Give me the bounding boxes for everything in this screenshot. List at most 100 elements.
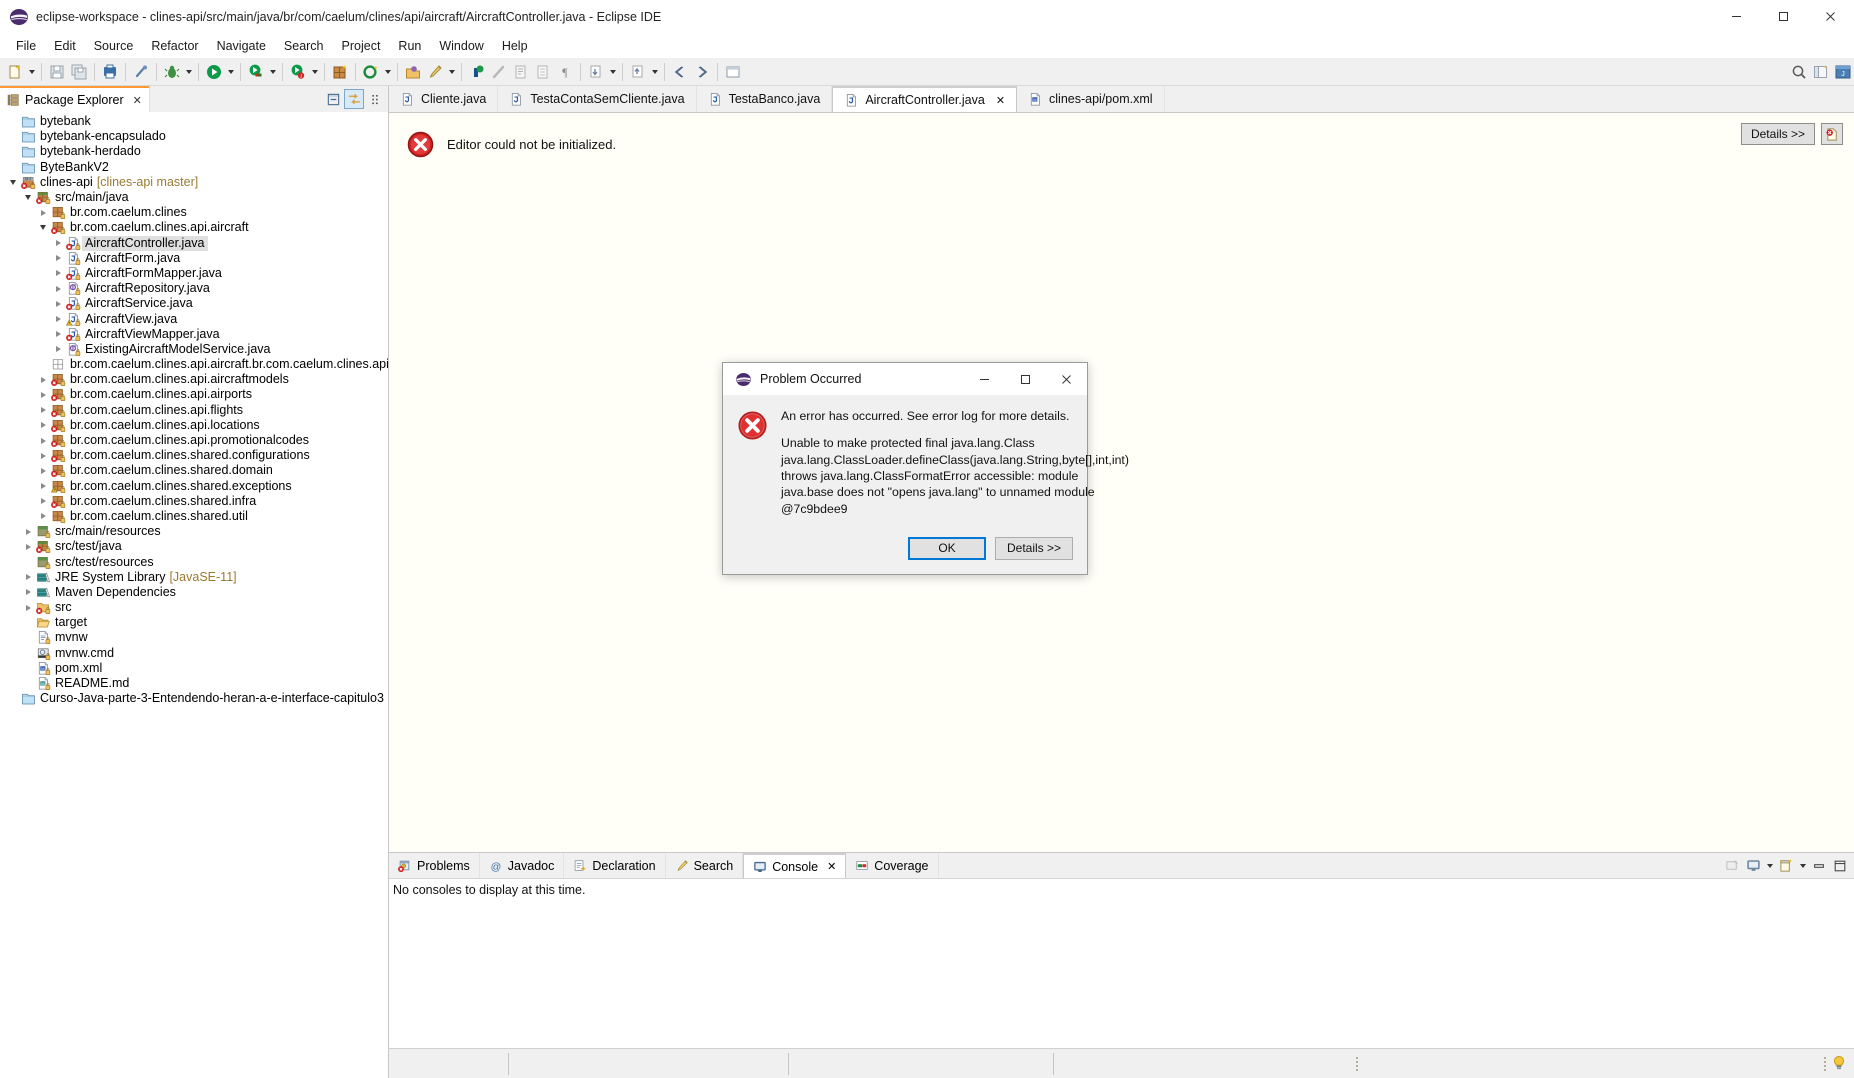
tree-item[interactable]: ByteBankV2 xyxy=(0,160,388,175)
chevron-right-icon[interactable] xyxy=(36,376,50,383)
tree-item[interactable]: br.com.caelum.clines.api.aircraft.br.com… xyxy=(0,357,388,372)
chevron-right-icon[interactable] xyxy=(51,270,65,277)
chevron-right-icon[interactable] xyxy=(36,407,50,414)
tree-item[interactable]: src/main/java xyxy=(0,190,388,205)
chevron-right-icon[interactable] xyxy=(51,331,65,338)
debug-icon[interactable] xyxy=(161,61,183,83)
chevron-right-icon[interactable] xyxy=(36,513,50,520)
dialog-close-button[interactable] xyxy=(1046,363,1087,395)
chevron-right-icon[interactable] xyxy=(51,346,65,353)
tree-item[interactable]: src/test/java xyxy=(0,539,388,554)
menu-edit[interactable]: Edit xyxy=(45,37,85,55)
console-tab[interactable]: Search xyxy=(666,853,744,878)
console-tab[interactable]: @ Javadoc xyxy=(480,853,565,878)
chevron-right-icon[interactable] xyxy=(36,498,50,505)
chevron-down-icon[interactable] xyxy=(36,225,50,231)
chevron-down-icon[interactable] xyxy=(21,195,35,201)
run-icon[interactable] xyxy=(203,61,225,83)
tree-item[interactable]: bytebank-herdado xyxy=(0,144,388,159)
new-wizard-icon[interactable] xyxy=(4,61,26,83)
debug-dropdown-icon[interactable] xyxy=(183,61,194,83)
next-edit-icon[interactable] xyxy=(585,61,607,83)
tree-item[interactable]: br.com.caelum.clines.api.promotionalcode… xyxy=(0,433,388,448)
tree-item[interactable]: AircraftView.java xyxy=(0,311,388,326)
dialog-maximize-button[interactable] xyxy=(1005,363,1046,395)
run-dropdown-icon[interactable] xyxy=(225,61,236,83)
forward-icon[interactable] xyxy=(691,61,713,83)
chevron-right-icon[interactable] xyxy=(51,300,65,307)
tab-package-explorer[interactable]: Package Explorer ✕ xyxy=(0,86,150,112)
tree-item[interactable]: br.com.caelum.clines.api.aircraftmodels xyxy=(0,372,388,387)
editor-tab[interactable]: TestaContaSemCliente.java xyxy=(498,86,697,112)
console-tab[interactable]: Problems xyxy=(389,853,480,878)
tree-item[interactable]: Curso-Java-parte-3-Entendendo-heran-a-e-… xyxy=(0,691,388,706)
tree-item[interactable]: M J clines-api [clines-api master] xyxy=(0,175,388,190)
chevron-right-icon[interactable] xyxy=(36,422,50,429)
tree-item[interactable]: br.com.caelum.clines.shared.exceptions xyxy=(0,479,388,494)
tree-item[interactable]: br.com.caelum.clines.api.flights xyxy=(0,403,388,418)
chevron-right-icon[interactable] xyxy=(36,209,50,216)
editor-tab-close-icon[interactable]: ✕ xyxy=(996,94,1005,107)
menu-navigate[interactable]: Navigate xyxy=(208,37,275,55)
chevron-right-icon[interactable] xyxy=(51,255,65,262)
editor-tab[interactable]: AircraftController.java ✕ xyxy=(832,86,1018,112)
tree-item[interactable]: M README.md xyxy=(0,676,388,691)
chevron-right-icon[interactable] xyxy=(36,483,50,490)
marker-icon[interactable] xyxy=(466,61,488,83)
dialog-ok-button[interactable]: OK xyxy=(908,536,986,560)
console-tab[interactable]: Declaration xyxy=(564,853,666,878)
prev-edit-dropdown-icon[interactable] xyxy=(649,61,660,83)
chevron-right-icon[interactable] xyxy=(51,285,65,292)
tree-item[interactable]: target xyxy=(0,615,388,630)
tree-item[interactable]: br.com.caelum.clines.shared.domain xyxy=(0,463,388,478)
tree-item[interactable]: Maven Dependencies xyxy=(0,585,388,600)
print-icon[interactable] xyxy=(99,61,121,83)
tab-package-explorer-close[interactable]: ✕ xyxy=(133,94,142,107)
tree-item[interactable]: AircraftViewMapper.java xyxy=(0,327,388,342)
external-tools-icon[interactable] xyxy=(510,61,532,83)
next-edit-dropdown-icon[interactable] xyxy=(607,61,618,83)
editor-tab[interactable]: TestaBanco.java xyxy=(696,86,833,112)
error-log-icon[interactable] xyxy=(1821,123,1843,145)
prev-edit-icon[interactable] xyxy=(627,61,649,83)
chevron-right-icon[interactable] xyxy=(21,543,35,550)
chevron-down-icon[interactable] xyxy=(6,179,20,185)
chevron-right-icon[interactable] xyxy=(21,604,35,611)
menu-file[interactable]: File xyxy=(7,37,45,55)
tree-item[interactable]: JRE System Library [JavaSE-11] xyxy=(0,570,388,585)
console-tab[interactable]: Coverage xyxy=(846,853,939,878)
display-console-dropdown-icon[interactable] xyxy=(1764,855,1775,877)
console-minimize-icon[interactable] xyxy=(1809,856,1829,876)
menu-refactor[interactable]: Refactor xyxy=(142,37,207,55)
tree-item[interactable]: bytebank xyxy=(0,114,388,129)
new-console-dropdown-icon[interactable] xyxy=(1797,855,1808,877)
tree-item[interactable]: src xyxy=(0,600,388,615)
open-perspective-icon[interactable] xyxy=(1810,61,1832,83)
open-editor-icon[interactable] xyxy=(722,61,744,83)
coverage-icon[interactable] xyxy=(245,61,267,83)
project-tree[interactable]: bytebank bytebank-encapsulado bytebank-her… xyxy=(0,112,388,1078)
tree-item[interactable]: AircraftFormMapper.java xyxy=(0,266,388,281)
editor-tab[interactable]: Cliente.java xyxy=(389,86,499,112)
menu-run[interactable]: Run xyxy=(389,37,430,55)
tree-item[interactable]: src/test/resources xyxy=(0,554,388,569)
quick-access-search-icon[interactable] xyxy=(1788,61,1810,83)
tree-item[interactable]: AircraftRepository.java xyxy=(0,281,388,296)
tree-item[interactable]: mvnw xyxy=(0,630,388,645)
view-menu-icon[interactable] xyxy=(365,89,385,109)
run-config-dropdown-icon[interactable] xyxy=(309,61,320,83)
window-close-button[interactable] xyxy=(1807,0,1854,34)
open-type-icon[interactable] xyxy=(402,61,424,83)
tree-item[interactable]: br.com.caelum.clines.api.aircraft xyxy=(0,220,388,235)
skip-icon[interactable] xyxy=(488,61,510,83)
link-icon[interactable] xyxy=(130,61,152,83)
new-class-icon[interactable] xyxy=(360,61,382,83)
dialog-details-button[interactable]: Details >> xyxy=(995,536,1073,560)
save-icon[interactable] xyxy=(46,61,68,83)
chevron-right-icon[interactable] xyxy=(51,316,65,323)
new-console-view-icon[interactable] xyxy=(1776,856,1796,876)
tree-item[interactable]: src/main/resources xyxy=(0,524,388,539)
tree-item[interactable]: br.com.caelum.clines.shared.util xyxy=(0,509,388,524)
dialog-minimize-button[interactable] xyxy=(964,363,1005,395)
tree-item[interactable]: AircraftController.java xyxy=(0,235,388,251)
